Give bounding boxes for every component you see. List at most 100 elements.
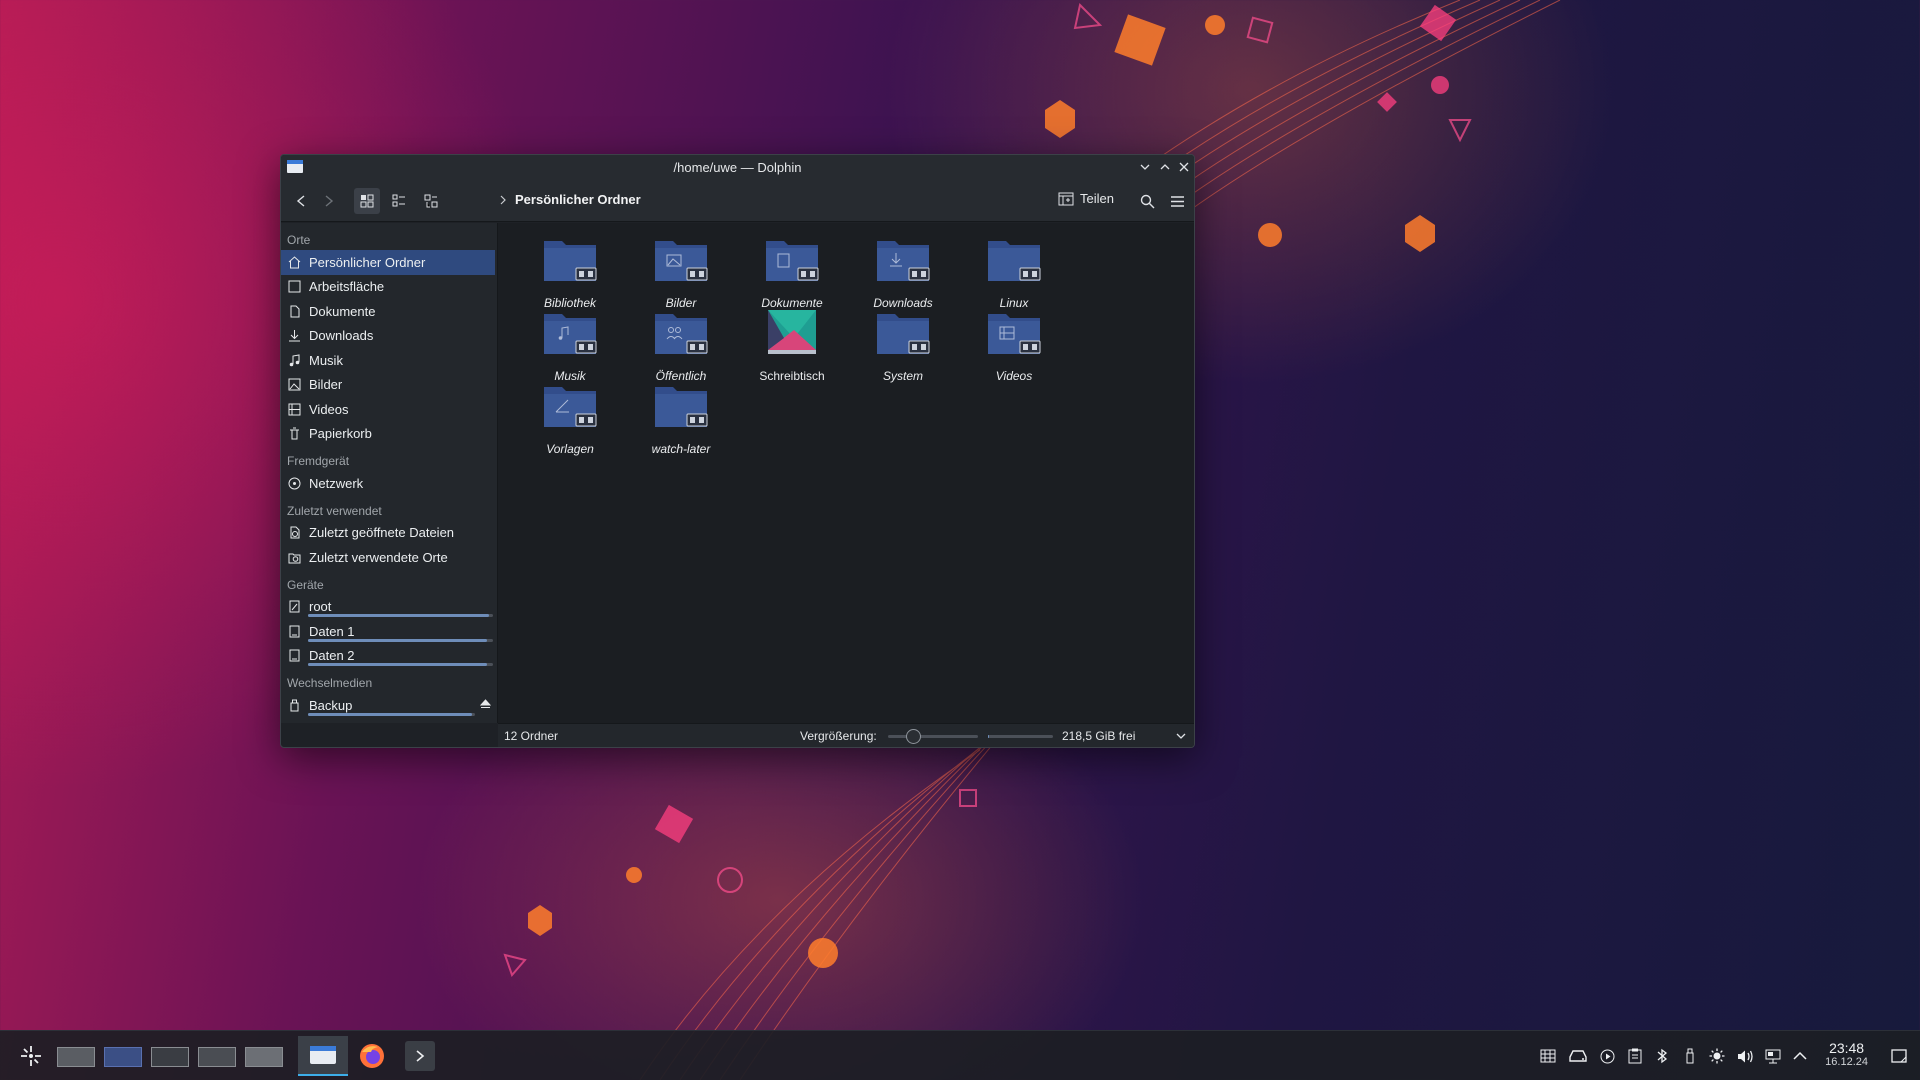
tray-bluetooth[interactable] bbox=[1651, 1031, 1673, 1080]
show-desktop-button[interactable] bbox=[1886, 1031, 1912, 1080]
close-button[interactable] bbox=[1175, 158, 1193, 176]
chevron-down-icon[interactable] bbox=[1176, 732, 1186, 740]
folder-icon bbox=[655, 241, 708, 281]
toolbar: Persönlicher Ordner Teilen bbox=[281, 179, 1194, 222]
chevron-right-icon bbox=[500, 195, 506, 204]
file-view[interactable]: Bibliothek Bilder Dokumente Downloads Linux M… bbox=[498, 223, 1194, 723]
sidebar-item-documents[interactable]: Dokumente bbox=[281, 299, 497, 324]
tree-view-icon bbox=[424, 194, 438, 208]
zoom-label: Vergrößerung: bbox=[800, 728, 877, 743]
sidebar-item-label: Persönlicher Ordner bbox=[309, 254, 426, 270]
virtual-desktop-2[interactable] bbox=[104, 1047, 142, 1067]
folder-icon bbox=[877, 241, 930, 281]
share-icon bbox=[1058, 192, 1074, 205]
folder-item-linux[interactable]: Linux bbox=[954, 235, 1074, 310]
breadcrumb[interactable]: Persönlicher Ordner bbox=[499, 192, 641, 207]
breadcrumb-current[interactable]: Persönlicher Ordner bbox=[515, 192, 641, 207]
share-button[interactable]: Teilen bbox=[1058, 191, 1114, 206]
sidebar-item-daten-1[interactable]: Daten 1 bbox=[281, 619, 497, 644]
sidebar-item-label: Zuletzt verwendete Orte bbox=[309, 549, 448, 565]
eject-icon[interactable] bbox=[479, 698, 492, 713]
sidebar-item-videos[interactable]: Videos bbox=[281, 397, 497, 422]
tray-show-hidden[interactable] bbox=[1789, 1031, 1811, 1080]
folder-label: Videos bbox=[995, 369, 1033, 383]
folder-item-schreibtisch[interactable]: Schreibtisch bbox=[732, 308, 852, 383]
folder-item-bilder[interactable]: Bilder bbox=[621, 235, 741, 310]
tray-brightness[interactable] bbox=[1706, 1031, 1728, 1080]
folder-item-dokumente[interactable]: Dokumente bbox=[732, 235, 852, 310]
sidebar-item-backup[interactable]: Backup bbox=[281, 693, 497, 718]
capacity-fill bbox=[308, 614, 490, 617]
sidebar-item-trash[interactable]: Papierkorb bbox=[281, 422, 497, 447]
folder-item-vorlagen[interactable]: Vorlagen bbox=[510, 381, 630, 456]
status-bar: 12 Ordner Vergrößerung: 218,5 GiB frei bbox=[498, 723, 1194, 747]
sidebar-item-label: Videos bbox=[309, 401, 349, 417]
network-icon bbox=[287, 476, 301, 490]
chevron-down-icon bbox=[1140, 164, 1150, 170]
folder-item--ffentlich[interactable]: Öffentlich bbox=[621, 308, 741, 383]
virtual-desktop-3[interactable] bbox=[151, 1047, 189, 1067]
sidebar-item-recent-places[interactable]: Zuletzt verwendete Orte bbox=[281, 545, 497, 570]
sidebar-item-home[interactable]: Persönlicher Ordner bbox=[281, 250, 495, 275]
menu-button[interactable] bbox=[1164, 188, 1190, 214]
minimize-button[interactable] bbox=[1136, 158, 1154, 176]
free-space-label[interactable]: 218,5 GiB frei bbox=[1062, 729, 1135, 743]
tray-media-player[interactable] bbox=[1596, 1031, 1618, 1080]
drive-icon bbox=[287, 624, 301, 638]
folder-label: Schreibtisch bbox=[759, 369, 825, 383]
tray-network[interactable] bbox=[1762, 1031, 1784, 1080]
virtual-desktop-5[interactable] bbox=[245, 1047, 283, 1067]
document-icon bbox=[287, 304, 301, 318]
chevron-up-icon bbox=[1793, 1051, 1807, 1060]
recent-files-icon bbox=[287, 526, 301, 540]
tray-storage[interactable] bbox=[1565, 1031, 1591, 1080]
clock-date: 16.12.24 bbox=[1825, 1056, 1868, 1068]
compact-view-button[interactable] bbox=[386, 188, 412, 214]
folder-label: watch-later bbox=[651, 442, 711, 456]
tray-clipboard[interactable] bbox=[1624, 1031, 1646, 1080]
sidebar-item-root[interactable]: root bbox=[281, 595, 497, 620]
sidebar-item-label: Bilder bbox=[309, 377, 343, 393]
application-launcher-button[interactable] bbox=[14, 1041, 48, 1071]
sidebar-item-recent-files[interactable]: Zuletzt geöffnete Dateien bbox=[281, 521, 497, 546]
sidebar-item-pictures[interactable]: Bilder bbox=[281, 373, 497, 398]
virtual-desktop-1[interactable] bbox=[57, 1047, 95, 1067]
folder-icon bbox=[655, 314, 708, 354]
icons-view-button[interactable] bbox=[354, 188, 380, 214]
grid-view-icon bbox=[360, 194, 374, 208]
folder-item-bibliothek[interactable]: Bibliothek bbox=[510, 235, 630, 310]
taskbar-firefox[interactable] bbox=[354, 1041, 390, 1071]
title-bar[interactable]: /home/uwe — Dolphin bbox=[281, 155, 1194, 179]
section-header-places: Orte bbox=[287, 233, 311, 247]
taskbar-dolphin[interactable] bbox=[298, 1036, 348, 1076]
tray-removable-devices[interactable] bbox=[1679, 1031, 1701, 1080]
maximize-button[interactable] bbox=[1156, 158, 1174, 176]
sidebar-item-music[interactable]: Musik bbox=[281, 348, 497, 373]
sidebar-item-daten-2[interactable]: Daten 2 bbox=[281, 644, 497, 669]
folder-item-musik[interactable]: Musik bbox=[510, 308, 630, 383]
folder-icon bbox=[766, 241, 819, 281]
share-label: Teilen bbox=[1080, 191, 1114, 206]
details-view-button[interactable] bbox=[418, 188, 444, 214]
sidebar-item-network[interactable]: Netzwerk bbox=[281, 471, 497, 496]
dolphin-app-icon bbox=[287, 160, 303, 173]
tray-calculator[interactable] bbox=[1537, 1031, 1559, 1080]
window-title: /home/uwe — Dolphin bbox=[673, 159, 802, 175]
sidebar-item-downloads[interactable]: Downloads bbox=[281, 324, 497, 349]
virtual-desktop-4[interactable] bbox=[198, 1047, 236, 1067]
zoom-slider-handle[interactable] bbox=[906, 729, 922, 744]
desktop-folder-icon bbox=[768, 310, 816, 354]
tray-volume[interactable] bbox=[1734, 1031, 1756, 1080]
digital-clock[interactable]: 23:48 16.12.24 bbox=[1825, 1041, 1868, 1069]
back-button[interactable] bbox=[289, 188, 315, 214]
sidebar-item-desktop[interactable]: Arbeitsfläche bbox=[281, 275, 497, 300]
folder-item-system[interactable]: System bbox=[843, 308, 963, 383]
taskbar-expand-button[interactable] bbox=[405, 1041, 435, 1071]
forward-button[interactable] bbox=[315, 188, 341, 214]
folder-item-downloads[interactable]: Downloads bbox=[843, 235, 963, 310]
folder-item-watch-later[interactable]: watch-later bbox=[621, 381, 741, 456]
folder-icon bbox=[544, 387, 597, 427]
search-button[interactable] bbox=[1134, 188, 1160, 214]
zoom-slider[interactable] bbox=[888, 729, 978, 744]
folder-item-videos[interactable]: Videos bbox=[954, 308, 1074, 383]
